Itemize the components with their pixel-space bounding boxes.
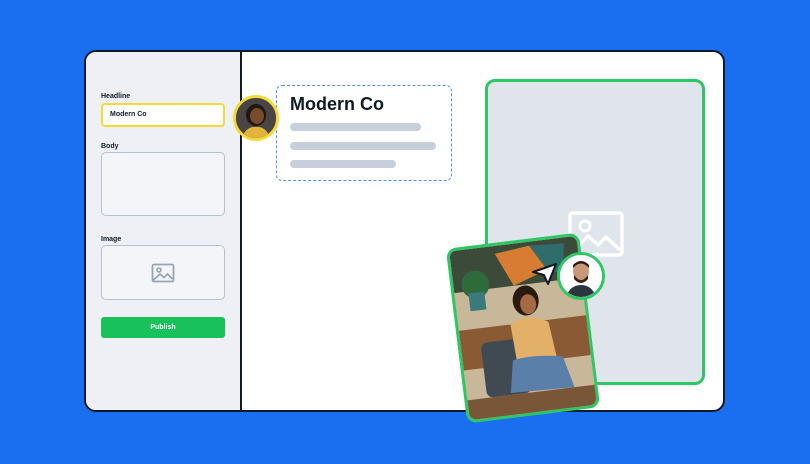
collaborator-avatar[interactable] (557, 252, 605, 300)
cursor-arrow-icon (532, 263, 557, 285)
editor-window: Headline Modern Co Body Image Publish Mo… (84, 50, 725, 412)
body-textarea[interactable] (101, 152, 225, 216)
collaborator-avatar[interactable] (233, 95, 279, 141)
image-label: Image (101, 236, 122, 243)
headline-text-block[interactable]: Modern Co (276, 85, 452, 181)
avatar-image (560, 255, 602, 297)
body-placeholder-line (290, 160, 396, 168)
publish-button[interactable]: Publish (101, 317, 225, 338)
headline-label: Headline (101, 93, 131, 100)
image-upload-field[interactable] (101, 245, 225, 300)
image-icon (151, 263, 175, 282)
body-placeholder-line (290, 123, 421, 131)
body-placeholder-line (290, 142, 436, 150)
sidebar-panel: Headline Modern Co Body Image Publish (86, 52, 242, 410)
canvas-headline: Modern Co (290, 94, 384, 114)
headline-input[interactable]: Modern Co (101, 103, 225, 127)
avatar-image (236, 98, 276, 138)
body-label: Body (101, 143, 119, 150)
